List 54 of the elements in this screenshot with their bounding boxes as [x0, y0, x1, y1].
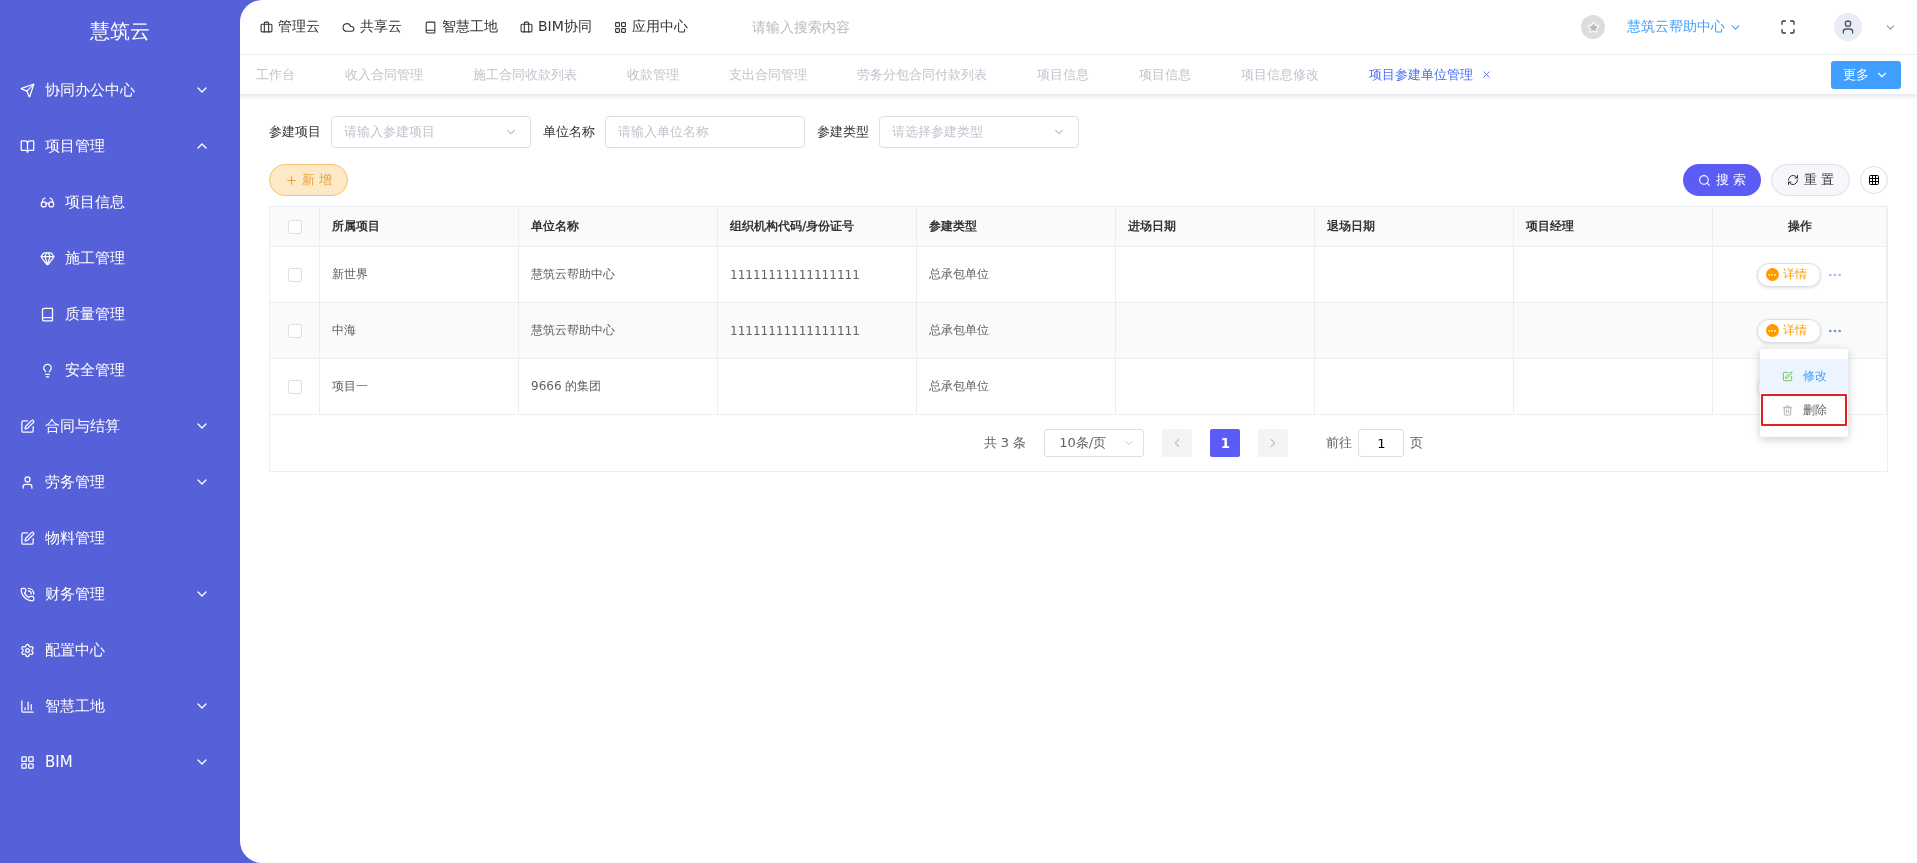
table-cell: 11111111111111111 — [718, 303, 917, 359]
total-count: 共 3 条 — [983, 434, 1027, 452]
sidebar-item[interactable]: 财务管理 — [0, 566, 240, 622]
sidebar-subitem[interactable]: 质量管理 — [0, 286, 240, 342]
column-header: 退场日期 — [1315, 207, 1514, 247]
filter-label: 单位名称 — [543, 123, 595, 141]
top-nav-link[interactable]: 智慧工地 — [424, 18, 498, 36]
page-button[interactable]: 1 — [1210, 429, 1241, 457]
sidebar-item[interactable]: 物料管理 — [0, 510, 240, 566]
table-cell: 中海 — [320, 303, 519, 359]
table-cell: 总承包单位 — [917, 303, 1116, 359]
reset-button[interactable]: 重 置 — [1770, 164, 1850, 196]
more-button[interactable]: 更多 — [1831, 60, 1901, 89]
filter-label: 参建类型 — [817, 123, 869, 141]
top-nav-link[interactable]: BIM协同 — [520, 18, 592, 36]
menu-item[interactable]: 删除 — [1760, 393, 1848, 427]
sidebar-item[interactable]: 合同与结算 — [0, 398, 240, 454]
tab[interactable]: 项目参建单位管理 — [1344, 65, 1517, 84]
sidebar-subitem[interactable]: 项目信息 — [0, 174, 240, 230]
page-input[interactable]: 1 — [1358, 429, 1405, 457]
sidebar-item[interactable]: 配置中心 — [0, 622, 240, 678]
top-nav-link[interactable]: 共享云 — [342, 18, 402, 36]
top-nav-link[interactable]: 管理云 — [260, 18, 320, 36]
page-label: 页 — [1410, 434, 1424, 452]
sidebar-subitem[interactable]: 施工管理 — [0, 230, 240, 286]
page-size-select[interactable]: 10条/页 — [1044, 429, 1145, 457]
sidebar-item[interactable]: 项目管理 — [0, 118, 240, 174]
brand-logo: 慧筑云 — [89, 17, 151, 45]
column-header: 所属项目 — [320, 207, 519, 247]
table-cell: 慧筑云帮助中心 — [519, 303, 718, 359]
table-cell: 总承包单位 — [917, 359, 1116, 415]
help-center-link[interactable]: 慧筑云帮助中心 — [1627, 18, 1742, 36]
table-cell: 新世界 — [320, 247, 519, 303]
search-button[interactable]: 搜 索 — [1682, 164, 1761, 196]
top-nav-link[interactable]: 应用中心 — [613, 18, 688, 36]
menu-item[interactable]: 修改 — [1760, 359, 1848, 393]
column-header: 操作 — [1713, 207, 1887, 247]
table-cell: 11111111111111111 — [718, 247, 917, 303]
table-cell: 9666 的集团 — [519, 359, 718, 415]
column-header: 单位名称 — [519, 207, 718, 247]
column-header: 组织机构代码/身份证号 — [718, 207, 917, 247]
table-cell: 总承包单位 — [917, 247, 1116, 303]
sidebar-item[interactable]: 协同办公中心 — [0, 62, 240, 118]
sidebar-subitem[interactable]: 安全管理 — [0, 342, 240, 398]
goto-label: 前往 — [1326, 434, 1353, 452]
column-header: 项目经理 — [1514, 207, 1713, 247]
sidebar-item[interactable]: 智慧工地 — [0, 678, 240, 734]
table-cell: 项目一 — [320, 359, 519, 415]
sidebar-item[interactable]: 劳务管理 — [0, 454, 240, 510]
filter-label: 参建项目 — [269, 123, 321, 141]
table-cell: 慧筑云帮助中心 — [519, 247, 718, 303]
column-header: 进场日期 — [1116, 207, 1315, 247]
column-header: 参建类型 — [917, 207, 1116, 247]
sidebar-item[interactable]: BIM — [0, 734, 240, 790]
